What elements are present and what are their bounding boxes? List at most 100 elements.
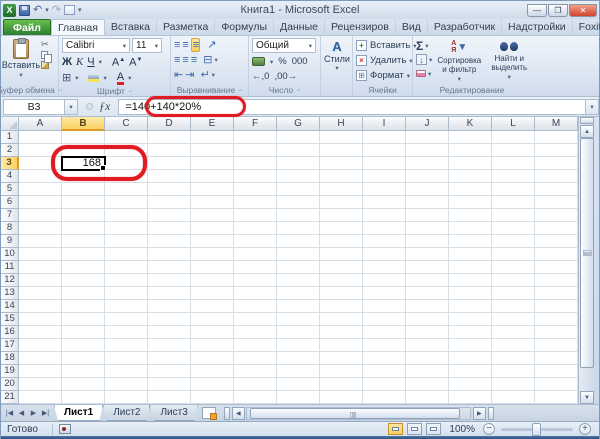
cell-E10[interactable]: [191, 248, 234, 261]
cell-M20[interactable]: [535, 378, 578, 391]
bold-button[interactable]: Ж: [62, 56, 72, 69]
cell-D15[interactable]: [148, 313, 191, 326]
cell-C7[interactable]: [105, 209, 148, 222]
alignment-dialog-launcher-icon[interactable]: ⌐: [238, 86, 242, 93]
cell-D1[interactable]: [148, 131, 191, 144]
cell-E12[interactable]: [191, 274, 234, 287]
cell-F3[interactable]: [234, 157, 277, 170]
horizontal-split-handle[interactable]: [487, 406, 494, 420]
row-header-19[interactable]: 19: [1, 365, 19, 378]
cell-F13[interactable]: [234, 287, 277, 300]
cell-J12[interactable]: [406, 274, 449, 287]
cell-L3[interactable]: [492, 157, 535, 170]
cell-G14[interactable]: [277, 300, 320, 313]
row-header-3[interactable]: 3: [1, 157, 19, 170]
cell-B17[interactable]: [62, 339, 105, 352]
cell-M12[interactable]: [535, 274, 578, 287]
cell-A16[interactable]: [19, 326, 62, 339]
cell-K20[interactable]: [449, 378, 492, 391]
cell-I11[interactable]: [363, 261, 406, 274]
cell-M2[interactable]: [535, 144, 578, 157]
sort-filter-button[interactable]: А Я ▼ Сортировка и фильтр ▾: [436, 38, 482, 84]
column-header-E[interactable]: E: [191, 117, 234, 131]
cell-G18[interactable]: [277, 352, 320, 365]
row-header-16[interactable]: 16: [1, 326, 19, 339]
cell-L17[interactable]: [492, 339, 535, 352]
cell-E17[interactable]: [191, 339, 234, 352]
cell-F18[interactable]: [234, 352, 277, 365]
cell-E14[interactable]: [191, 300, 234, 313]
align-bottom-icon[interactable]: ≡: [190, 38, 201, 52]
cell-A14[interactable]: [19, 300, 62, 313]
column-header-H[interactable]: H: [320, 117, 363, 131]
cell-C16[interactable]: [105, 326, 148, 339]
cell-K17[interactable]: [449, 339, 492, 352]
row-header-18[interactable]: 18: [1, 352, 19, 365]
cell-H4[interactable]: [320, 170, 363, 183]
cell-J3[interactable]: [406, 157, 449, 170]
zoom-slider-thumb[interactable]: [532, 422, 541, 436]
cell-H13[interactable]: [320, 287, 363, 300]
cell-E1[interactable]: [191, 131, 234, 144]
row-header-20[interactable]: 20: [1, 378, 19, 391]
cell-F19[interactable]: [234, 365, 277, 378]
number-format-select[interactable]: Общий ▾: [252, 38, 316, 53]
cell-L6[interactable]: [492, 196, 535, 209]
qat-customize-icon[interactable]: ▾: [78, 6, 82, 14]
cell-A20[interactable]: [19, 378, 62, 391]
cell-I9[interactable]: [363, 235, 406, 248]
cell-E8[interactable]: [191, 222, 234, 235]
tab-developer[interactable]: Разработчик: [428, 19, 503, 35]
cell-M7[interactable]: [535, 209, 578, 222]
format-cells-button[interactable]: ⊞ Формат ▾: [356, 69, 417, 82]
cell-M1[interactable]: [535, 131, 578, 144]
cell-I3[interactable]: [363, 157, 406, 170]
increase-indent-icon[interactable]: ⇥: [185, 69, 194, 81]
cell-C18[interactable]: [105, 352, 148, 365]
fill-color-icon[interactable]: [88, 74, 100, 82]
tab-split-handle[interactable]: [223, 406, 230, 420]
cell-E19[interactable]: [191, 365, 234, 378]
undo-dropdown-icon[interactable]: ▾: [45, 6, 49, 14]
cell-D2[interactable]: [148, 144, 191, 157]
cell-D20[interactable]: [148, 378, 191, 391]
number-dialog-launcher-icon[interactable]: ⌐: [296, 86, 300, 93]
cell-E3[interactable]: [191, 157, 234, 170]
cell-H15[interactable]: [320, 313, 363, 326]
cell-L7[interactable]: [492, 209, 535, 222]
cell-C17[interactable]: [105, 339, 148, 352]
cell-E15[interactable]: [191, 313, 234, 326]
cell-K2[interactable]: [449, 144, 492, 157]
cell-B18[interactable]: [62, 352, 105, 365]
cell-I12[interactable]: [363, 274, 406, 287]
cell-E9[interactable]: [191, 235, 234, 248]
first-sheet-icon[interactable]: |◀: [4, 409, 15, 417]
cell-A21[interactable]: [19, 391, 62, 404]
cell-G11[interactable]: [277, 261, 320, 274]
cell-A7[interactable]: [19, 209, 62, 222]
cell-H21[interactable]: [320, 391, 363, 404]
cell-A1[interactable]: [19, 131, 62, 144]
cell-I18[interactable]: [363, 352, 406, 365]
page-layout-view-icon[interactable]: [407, 423, 423, 435]
cell-B13[interactable]: [62, 287, 105, 300]
cell-I13[interactable]: [363, 287, 406, 300]
cell-G19[interactable]: [277, 365, 320, 378]
cell-H6[interactable]: [320, 196, 363, 209]
cell-H2[interactable]: [320, 144, 363, 157]
column-header-A[interactable]: A: [19, 117, 62, 131]
tab-foxit-pdf[interactable]: Foxit PDF: [573, 19, 600, 49]
row-header-10[interactable]: 10: [1, 248, 19, 261]
cell-G9[interactable]: [277, 235, 320, 248]
increase-decimal-icon[interactable]: ←,0: [252, 71, 269, 82]
cell-A8[interactable]: [19, 222, 62, 235]
cell-I4[interactable]: [363, 170, 406, 183]
cell-L12[interactable]: [492, 274, 535, 287]
cell-G4[interactable]: [277, 170, 320, 183]
cell-M4[interactable]: [535, 170, 578, 183]
cell-E4[interactable]: [191, 170, 234, 183]
zoom-in-icon[interactable]: +: [579, 423, 591, 435]
delete-cells-button[interactable]: × Удалить ▾: [356, 54, 417, 67]
cell-D10[interactable]: [148, 248, 191, 261]
cell-C5[interactable]: [105, 183, 148, 196]
